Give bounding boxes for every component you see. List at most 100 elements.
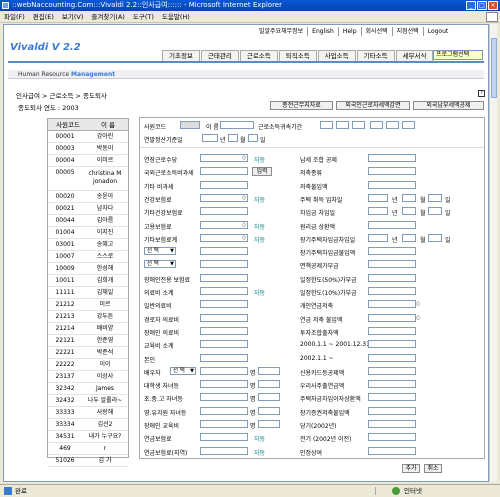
list-item[interactable]: 33334 김선2 [48,419,128,431]
left-field-input[interactable] [200,314,248,322]
scrollbar-thumb[interactable] [491,38,497,98]
maximize-button[interactable]: □ [477,1,487,10]
name-input[interactable] [220,121,254,129]
left-field-input[interactable] [200,367,248,375]
left-field-input[interactable] [200,340,248,348]
left-field-input[interactable] [200,380,248,388]
yearly-day-input[interactable] [248,134,258,142]
menu-help[interactable]: 도움말(H) [158,11,194,23]
list-item[interactable]: 22121 한준영 [48,335,128,347]
menu-view[interactable]: 보기(V) [58,11,87,23]
left-field-input[interactable] [200,407,248,415]
right-field-input[interactable] [368,393,416,401]
minimize-button[interactable]: _ [466,1,476,10]
left-field-input[interactable] [200,393,248,401]
vertical-scrollbar[interactable] [489,24,497,482]
right-field-input[interactable] [368,314,416,322]
right-field-input[interactable] [368,354,416,362]
menu-tools[interactable]: 도구(T) [129,11,158,23]
list-item[interactable]: 23137 이상사 [48,371,128,383]
left-field-input[interactable] [200,247,248,255]
right-field-input[interactable] [368,447,416,455]
person-count-input[interactable] [258,367,280,375]
right-field-input[interactable] [368,247,416,255]
menu-edit[interactable]: 편집(E) [29,11,58,23]
left-field-input[interactable] [200,447,248,455]
right-field-input[interactable] [368,274,416,282]
date-year-input[interactable] [368,194,388,202]
link-logout[interactable]: Logout [422,27,453,36]
date-month-input[interactable] [402,234,416,242]
left-field-input[interactable] [200,167,248,175]
list-item[interactable]: 00005 christina M jonadon [48,167,128,191]
date-year-input[interactable] [368,234,388,242]
date-year-input[interactable] [368,207,388,215]
left-field-input[interactable] [200,327,248,335]
left-field-input[interactable] [200,260,248,268]
link-english[interactable]: English [307,27,338,36]
list-item[interactable]: 10011 김희개 [48,275,128,287]
link-company[interactable]: 회사선택 [360,27,392,36]
input-button[interactable]: 입력 [252,167,272,176]
list-item[interactable]: 21214 배비양 [48,323,128,335]
foreign-worker-button[interactable]: 외국인근로자세액감면 [336,101,410,110]
tab-tax-forms[interactable]: 세무서식 [395,50,434,61]
menu-favorites[interactable]: 즐겨찾기(A) [87,11,128,23]
tab-business[interactable]: 사업소득 [317,50,356,61]
left-field-input[interactable] [200,287,248,295]
right-field-input[interactable] [368,407,416,415]
list-item[interactable]: 21212 미르 [48,299,128,311]
right-field-input[interactable] [368,380,416,388]
spouse-select[interactable]: 선 택 [170,367,196,375]
list-item[interactable]: 01004 이지진 [48,227,128,239]
right-field-input[interactable] [368,300,416,308]
list-item[interactable]: 32432 나두 알롤라~ [48,395,128,407]
right-field-input[interactable] [368,221,416,229]
list-item[interactable]: 00001 강아린 [48,131,128,143]
left-field-input[interactable] [200,433,248,441]
right-field-input[interactable] [368,260,416,268]
date-month-input[interactable] [402,194,416,202]
emp-code-input[interactable] [180,121,200,129]
right-field-input[interactable] [368,433,416,441]
date-month-input[interactable] [402,207,416,215]
right-field-input[interactable] [368,340,416,348]
list-item[interactable]: 00003 박동이 [48,143,128,155]
list-item[interactable]: 00020 송윤아 [48,191,128,203]
yearly-year-input[interactable] [202,134,218,142]
list-item[interactable]: 32342 James [48,383,128,395]
period-input[interactable] [320,121,333,129]
deduction-select[interactable]: 선 택 [144,247,176,255]
list-item[interactable]: 00044 김아름 [48,215,128,227]
right-field-input[interactable] [368,181,416,189]
list-item[interactable]: 22222 이이 [48,359,128,371]
right-field-input[interactable] [368,287,416,295]
date-day-input[interactable] [428,234,442,242]
list-item[interactable]: 51026 김 가 [48,455,128,467]
tab-attendance[interactable]: 근태관리 [200,50,239,61]
person-count-input[interactable] [258,420,280,428]
tab-basic[interactable]: 기초정보 [162,50,200,61]
left-field-input[interactable] [200,274,248,282]
left-field-input[interactable] [200,207,248,215]
link-branch[interactable]: 지점선택 [391,27,423,36]
list-item[interactable]: 00004 이미르 [48,155,128,167]
list-item[interactable]: 33333 사랑해 [48,407,128,419]
list-item[interactable]: 00021 남자다 [48,203,128,215]
tab-earned-income[interactable]: 근로소득 [239,50,278,61]
link-notice[interactable]: 밀알주요채무정보 [255,27,307,36]
help-icon[interactable]: ? [478,90,485,97]
list-item[interactable]: 469 r [48,443,128,455]
right-field-input[interactable] [368,367,416,375]
list-item[interactable]: 10009 한성해 [48,263,128,275]
left-field-input[interactable] [200,354,248,362]
menu-file[interactable]: 파일(F) [0,11,29,23]
foreign-tax-button[interactable]: 외국납부세액공제 [413,101,484,110]
date-day-input[interactable] [428,207,442,215]
right-field-input[interactable] [368,327,416,335]
left-field-input[interactable] [200,181,248,189]
list-item[interactable]: 34531 내가 누구요? [48,431,128,443]
link-help[interactable]: Help [337,27,361,36]
list-item[interactable]: 21213 강두튼 [48,311,128,323]
cancel-button[interactable]: 취소 [424,464,442,473]
